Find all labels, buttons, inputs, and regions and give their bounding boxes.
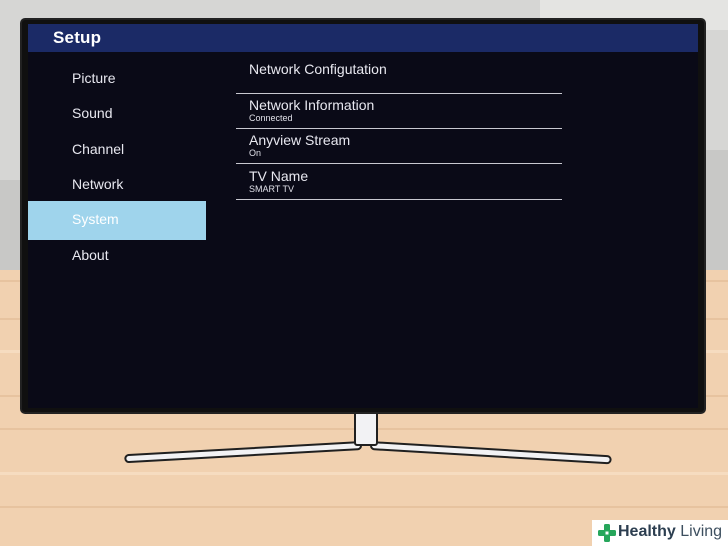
row-subtitle: On [249, 148, 262, 158]
menu-item-label: Network [72, 176, 124, 192]
settings-row-anyview-stream[interactable]: Anyview Stream On [236, 129, 562, 164]
menu-item-channel[interactable]: Channel [28, 131, 206, 170]
menu-item-label: System [72, 211, 119, 227]
menu-item-sound[interactable]: Sound [28, 95, 206, 134]
plus-icon [598, 524, 616, 542]
row-title: TV Name [249, 168, 309, 184]
menu-item-label: Sound [72, 105, 113, 121]
settings-row-tv-name[interactable]: TV Name SMART TV [236, 164, 562, 200]
watermark-brand-light: Living [675, 523, 723, 540]
watermark-brand: Healthy Living [618, 523, 722, 541]
plank-line [0, 506, 728, 508]
menu-item-network[interactable]: Network [28, 166, 206, 205]
settings-row-network-configuration[interactable]: Network Configutation [236, 58, 562, 94]
plank-line [0, 472, 728, 475]
menu-item-about[interactable]: About [28, 237, 206, 276]
row-subtitle: SMART TV [249, 184, 295, 194]
settings-row-network-information[interactable]: Network Information Connected [236, 94, 562, 129]
menu-item-picture[interactable]: Picture [28, 60, 206, 99]
row-title: Network Configutation [249, 61, 387, 77]
row-subtitle: Connected [249, 113, 293, 123]
setup-title: Setup [53, 28, 102, 47]
menu-item-system[interactable]: System [28, 201, 206, 240]
menu-item-label: About [72, 247, 109, 263]
tv-stand-neck [354, 410, 378, 446]
watermark-brand-bold: Healthy [618, 523, 676, 540]
row-title: Anyview Stream [249, 132, 351, 148]
setup-header-bar: Setup [28, 24, 698, 52]
wall-shadow-right [700, 150, 728, 270]
menu-item-label: Picture [72, 70, 116, 86]
tv-screen: Setup Picture Sound Channel Network Syst… [28, 24, 698, 408]
menu-item-label: Channel [72, 141, 125, 157]
row-title: Network Information [249, 97, 375, 113]
